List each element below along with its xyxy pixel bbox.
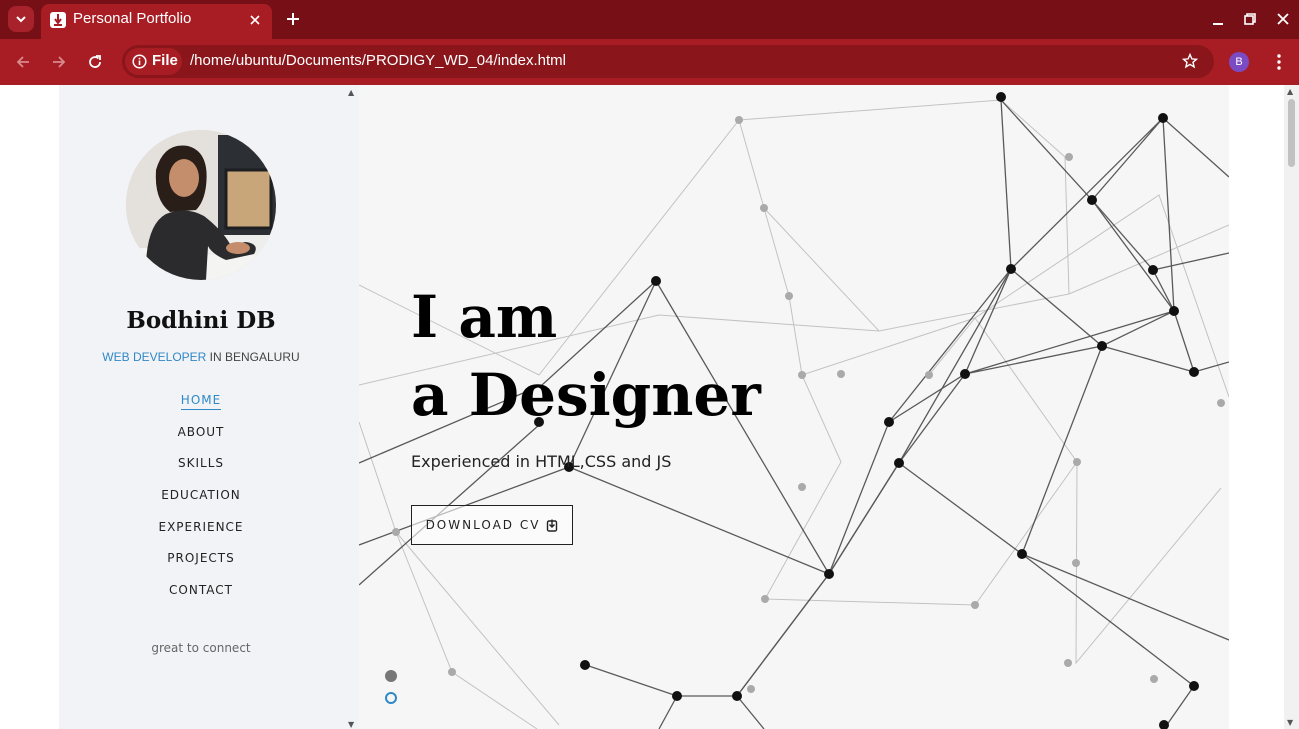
forward-icon — [53, 56, 66, 68]
restore-icon — [1244, 13, 1256, 25]
scroll-down-icon[interactable]: ▼ — [1287, 719, 1293, 727]
nav-item-home[interactable]: HOME — [59, 393, 343, 425]
scroll-down-icon[interactable]: ▼ — [348, 721, 354, 729]
bookmark-button[interactable] — [1180, 51, 1200, 71]
minimize-icon — [1213, 23, 1223, 25]
star-icon — [1182, 53, 1198, 69]
nav-item-experience[interactable]: EXPERIENCE — [59, 520, 343, 552]
tab-search-button[interactable] — [8, 6, 34, 32]
close-icon — [250, 15, 260, 25]
browser-tab-strip: Personal Portfolio — [0, 0, 1299, 39]
connect-text: great to connect — [151, 641, 251, 655]
headline-line-1: I am — [411, 283, 558, 351]
favicon-icon — [50, 12, 66, 28]
nav-item-contact[interactable]: CONTACT — [59, 583, 343, 615]
restore-button[interactable] — [1241, 10, 1259, 28]
browser-menu-button[interactable] — [1270, 52, 1288, 72]
profile-avatar[interactable]: B — [1229, 52, 1249, 72]
profile-role: WEB DEVELOPER IN BENGALURU — [59, 350, 343, 364]
chevron-down-icon — [16, 16, 26, 23]
nav-item-education[interactable]: EDUCATION — [59, 488, 343, 520]
address-bar[interactable]: File /home/ubuntu/Documents/PRODIGY_WD_0… — [122, 45, 1214, 78]
url-text[interactable]: /home/ubuntu/Documents/PRODIGY_WD_04/ind… — [190, 52, 566, 69]
role-title: WEB DEVELOPER — [102, 350, 207, 364]
new-tab-button[interactable] — [283, 9, 303, 29]
hero-subtitle: Experienced in HTML,CSS and JS — [411, 452, 672, 471]
back-icon — [16, 56, 29, 68]
forward-button[interactable] — [47, 50, 71, 74]
nav-label: EXPERIENCE — [158, 519, 244, 534]
browser-toolbar: File /home/ubuntu/Documents/PRODIGY_WD_0… — [0, 39, 1299, 85]
tab-title: Personal Portfolio — [73, 10, 192, 27]
role-location: IN BENGALURU — [206, 350, 300, 364]
hero-headline: I am a Designer — [411, 278, 761, 434]
scroll-up-icon[interactable]: ▲ — [1287, 88, 1293, 96]
profile-photo — [126, 130, 276, 280]
reload-icon — [89, 55, 101, 68]
active-tab[interactable]: Personal Portfolio — [41, 4, 272, 39]
nav-label: CONTACT — [169, 583, 233, 598]
profile-name: Bodhini DB — [126, 307, 276, 334]
page-scrollbar[interactable]: ▲ ▼ — [1284, 85, 1299, 729]
download-cv-label: DOWNLOAD CV — [425, 518, 541, 532]
info-icon — [132, 54, 147, 69]
download-icon — [547, 519, 558, 532]
nav-label: PROJECTS — [167, 551, 235, 566]
nav-label: SKILLS — [177, 456, 224, 471]
nav-label: HOME — [180, 393, 222, 410]
site-info-label: File — [152, 52, 178, 69]
sidebar: Bodhini DB WEB DEVELOPER IN BENGALURU HO… — [59, 85, 359, 729]
slide-dot-1[interactable] — [385, 670, 397, 682]
nav-item-projects[interactable]: PROJECTS — [59, 551, 343, 583]
download-cv-button[interactable]: DOWNLOAD CV — [411, 505, 573, 545]
site-info-chip[interactable]: File — [125, 48, 182, 75]
sidebar-nav: HOME ABOUT SKILLS EDUCATION EXPERIENCE P… — [59, 393, 343, 615]
menu-icon — [1277, 54, 1281, 70]
scroll-up-icon[interactable]: ▲ — [348, 89, 354, 97]
reload-button[interactable] — [83, 50, 107, 74]
sidebar-scrollbar[interactable]: ▲ ▼ — [345, 85, 359, 729]
nav-item-skills[interactable]: SKILLS — [59, 456, 343, 488]
nav-label: EDUCATION — [161, 488, 241, 503]
close-tab-button[interactable] — [246, 11, 264, 29]
hero-section: I am a Designer Experienced in HTML,CSS … — [359, 85, 1229, 729]
nav-item-about[interactable]: ABOUT — [59, 425, 343, 457]
back-button[interactable] — [11, 50, 35, 74]
page-viewport: Bodhini DB WEB DEVELOPER IN BENGALURU HO… — [0, 85, 1299, 729]
nav-label: ABOUT — [177, 424, 225, 439]
minimize-button[interactable] — [1209, 10, 1227, 28]
slide-dot-2[interactable] — [385, 692, 397, 704]
plus-icon — [287, 13, 299, 25]
close-window-button[interactable] — [1274, 10, 1292, 28]
close-icon — [1277, 13, 1289, 25]
headline-line-2: a Designer — [411, 361, 761, 429]
scrollbar-thumb[interactable] — [1288, 99, 1295, 167]
